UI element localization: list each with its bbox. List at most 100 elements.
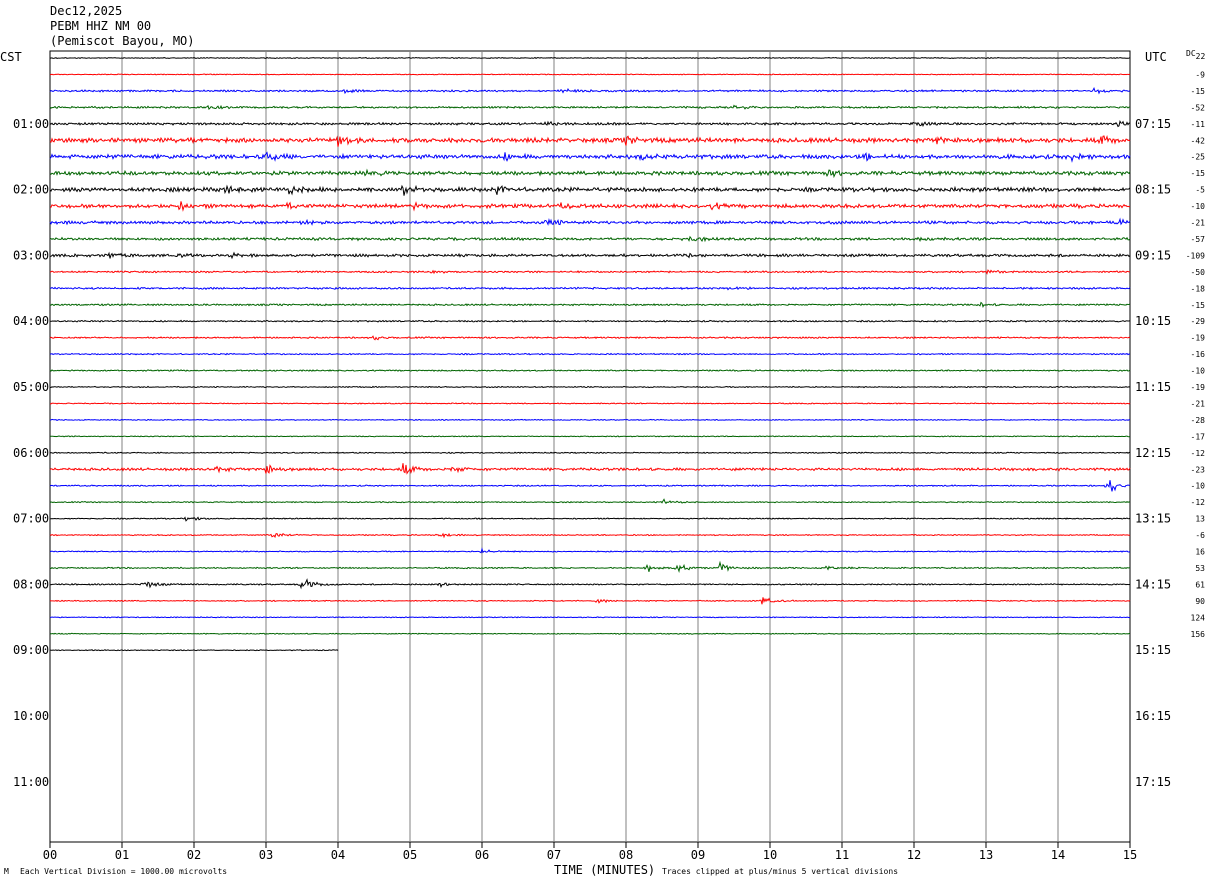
dc-offset-value: -21 (1191, 219, 1206, 228)
x-tick-label-05: 05 (403, 848, 417, 862)
dc-offset-value: -50 (1191, 268, 1206, 277)
dc-offset-value: 156 (1191, 630, 1206, 639)
helicorder-plot: 00 01 02 03 04 05 06 07 08 09 10 11 12 13 14 15 01:00 02:… (13, 50, 1206, 862)
corner-mark: M (4, 867, 9, 876)
dc-offset-value: -19 (1191, 383, 1206, 392)
seismic-trace-row-16 (49, 319, 1131, 323)
x-tick-label-09: 09 (691, 848, 705, 862)
seismic-trace-row-9 (49, 201, 1131, 212)
seismic-trace-row-5 (49, 135, 1131, 147)
left-hour-label: 01:00 (13, 117, 49, 131)
dc-offset-value: -10 (1191, 202, 1206, 211)
seismic-trace-row-26 (49, 480, 1131, 492)
x-tick-label-06: 06 (475, 848, 489, 862)
right-hour-label: 14:15 (1135, 577, 1171, 591)
seismic-trace-row-28 (49, 516, 1131, 522)
dc-offset-value: -29 (1191, 317, 1206, 326)
seismic-trace-row-6 (49, 151, 1131, 163)
x-tick-label-03: 03 (259, 848, 273, 862)
seismic-trace-row-4 (49, 119, 1131, 128)
dc-offset-value: -15 (1191, 87, 1206, 96)
x-tick-label-04: 04 (331, 848, 345, 862)
seismic-trace-row-27 (49, 498, 1131, 505)
seismic-trace-row-1 (49, 73, 1131, 76)
dc-offset-value: -42 (1191, 136, 1206, 145)
dc-offset-value: -10 (1191, 367, 1206, 376)
seismic-trace-row-13 (49, 269, 1131, 275)
left-hour-label: 11:00 (13, 775, 49, 789)
dc-offset-value: 90 (1195, 597, 1205, 606)
x-tick-label-11: 11 (835, 848, 849, 862)
seismic-trace-row-10 (49, 217, 1131, 226)
seismic-trace-row-7 (49, 168, 1131, 179)
dc-offset-value: -16 (1191, 350, 1206, 359)
seismic-trace-row-0 (49, 56, 1131, 60)
x-tick-label-15: 15 (1123, 848, 1137, 862)
dc-offset-value: -109 (1186, 251, 1205, 260)
seismic-trace-row-22 (49, 418, 1131, 422)
seismic-trace-row-23 (49, 435, 1131, 438)
dc-offset-value: -25 (1191, 153, 1206, 162)
x-tick-label-08: 08 (619, 848, 633, 862)
x-tick-label-14: 14 (1051, 848, 1065, 862)
seismic-trace-row-20 (49, 385, 1131, 389)
dc-offset-value: -11 (1191, 120, 1206, 129)
seismic-trace-row-34 (49, 616, 1131, 619)
dc-offset-value: -52 (1191, 103, 1206, 112)
x-axis-title: TIME (MINUTES) (554, 863, 656, 877)
left-hour-label: 10:00 (13, 709, 49, 723)
seismic-trace-row-29 (49, 532, 1131, 539)
seismic-trace-row-17 (49, 335, 1131, 341)
dc-offset-value: -10 (1191, 482, 1206, 491)
dc-offset-value: -15 (1191, 301, 1206, 310)
dc-offset-value: -9 (1195, 70, 1205, 79)
dc-offset-value: -15 (1191, 169, 1206, 178)
left-hour-label: 07:00 (13, 512, 49, 526)
left-hour-label: 08:00 (13, 577, 49, 591)
seismic-trace-row-32 (49, 578, 1131, 590)
seismic-trace-row-3 (49, 104, 1131, 111)
right-hour-label: 15:15 (1135, 643, 1171, 657)
right-hour-label: 10:15 (1135, 314, 1171, 328)
dc-offset-value: -5 (1195, 186, 1205, 195)
dc-offset-value: 124 (1191, 613, 1206, 622)
x-tick-label-02: 02 (187, 848, 201, 862)
dc-offset-value: -28 (1191, 416, 1206, 425)
seismic-trace-row-2 (49, 87, 1131, 95)
seismic-trace-row-35 (49, 632, 1131, 635)
seismic-trace-row-8 (49, 184, 1131, 196)
seismic-trace-row-21 (49, 402, 1131, 405)
right-hour-label: 12:15 (1135, 446, 1171, 460)
dc-offset-value: -18 (1191, 284, 1206, 293)
dc-offset-value: 61 (1195, 580, 1205, 589)
dc-offset-value: -21 (1191, 399, 1206, 408)
x-tick-label-10: 10 (763, 848, 777, 862)
left-hour-label: 02:00 (13, 183, 49, 197)
seismic-trace-row-11 (49, 235, 1131, 243)
right-hour-label: 09:15 (1135, 248, 1171, 262)
seismic-trace-row-33 (49, 597, 1131, 605)
dc-offset-value: 16 (1195, 548, 1205, 557)
seismic-trace-row-18 (49, 352, 1131, 356)
x-tick-label-13: 13 (979, 848, 993, 862)
dc-offset-value: -19 (1191, 334, 1206, 343)
dc-offset-value: -12 (1191, 498, 1206, 507)
x-tick-label-01: 01 (115, 848, 129, 862)
dc-offset-value: -23 (1191, 465, 1206, 474)
x-tick-label-07: 07 (547, 848, 561, 862)
dc-offset-value: -6 (1195, 531, 1205, 540)
seismic-trace-row-12 (49, 251, 1131, 260)
seismic-trace-row-31 (49, 560, 1131, 574)
dc-offset-value: 53 (1195, 564, 1205, 573)
seismic-trace-row-24 (49, 451, 1131, 455)
left-hour-label: 09:00 (13, 643, 49, 657)
left-hour-label: 05:00 (13, 380, 49, 394)
dc-offset-value: -57 (1191, 235, 1206, 244)
x-tick-label-12: 12 (907, 848, 921, 862)
seismic-trace-row-25 (49, 463, 1131, 475)
left-hour-label: 04:00 (13, 314, 49, 328)
clip-note: Traces clipped at plus/minus 5 vertical … (662, 867, 899, 876)
right-hour-label: 16:15 (1135, 709, 1171, 723)
dc-offset-value: -17 (1191, 432, 1206, 441)
dc-offset-value: -12 (1191, 449, 1206, 458)
